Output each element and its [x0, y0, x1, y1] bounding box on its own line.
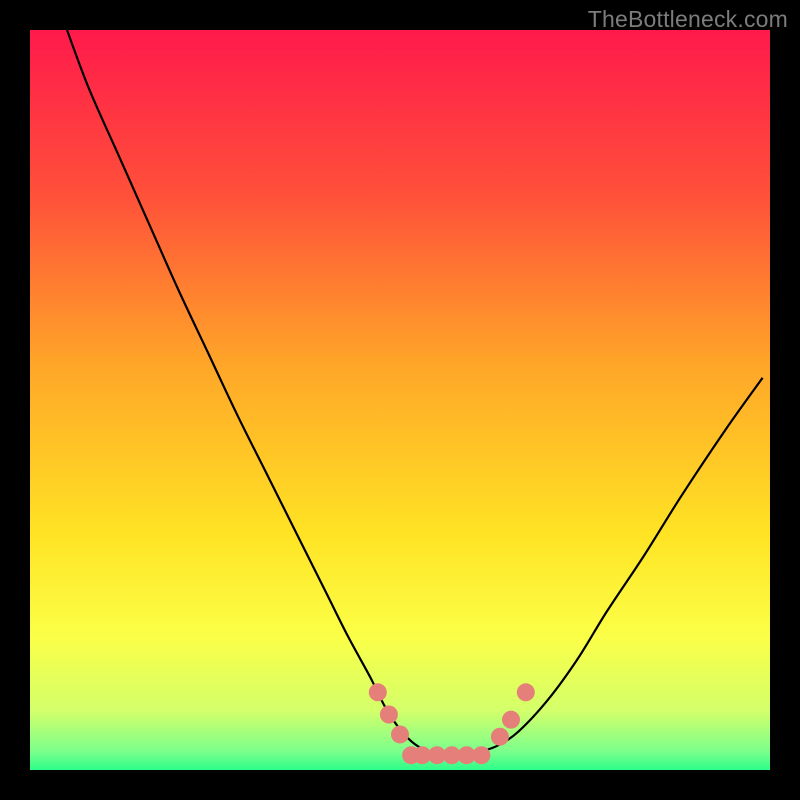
marker-dot — [502, 711, 520, 729]
gradient-background — [30, 30, 770, 770]
marker-dot — [380, 706, 398, 724]
bottleneck-chart — [30, 30, 770, 770]
chart-frame — [30, 30, 770, 770]
watermark-text: TheBottleneck.com — [588, 6, 788, 33]
marker-dot — [472, 746, 490, 764]
marker-dot — [369, 683, 387, 701]
marker-dot — [491, 728, 509, 746]
marker-dot — [517, 683, 535, 701]
marker-dot — [391, 725, 409, 743]
